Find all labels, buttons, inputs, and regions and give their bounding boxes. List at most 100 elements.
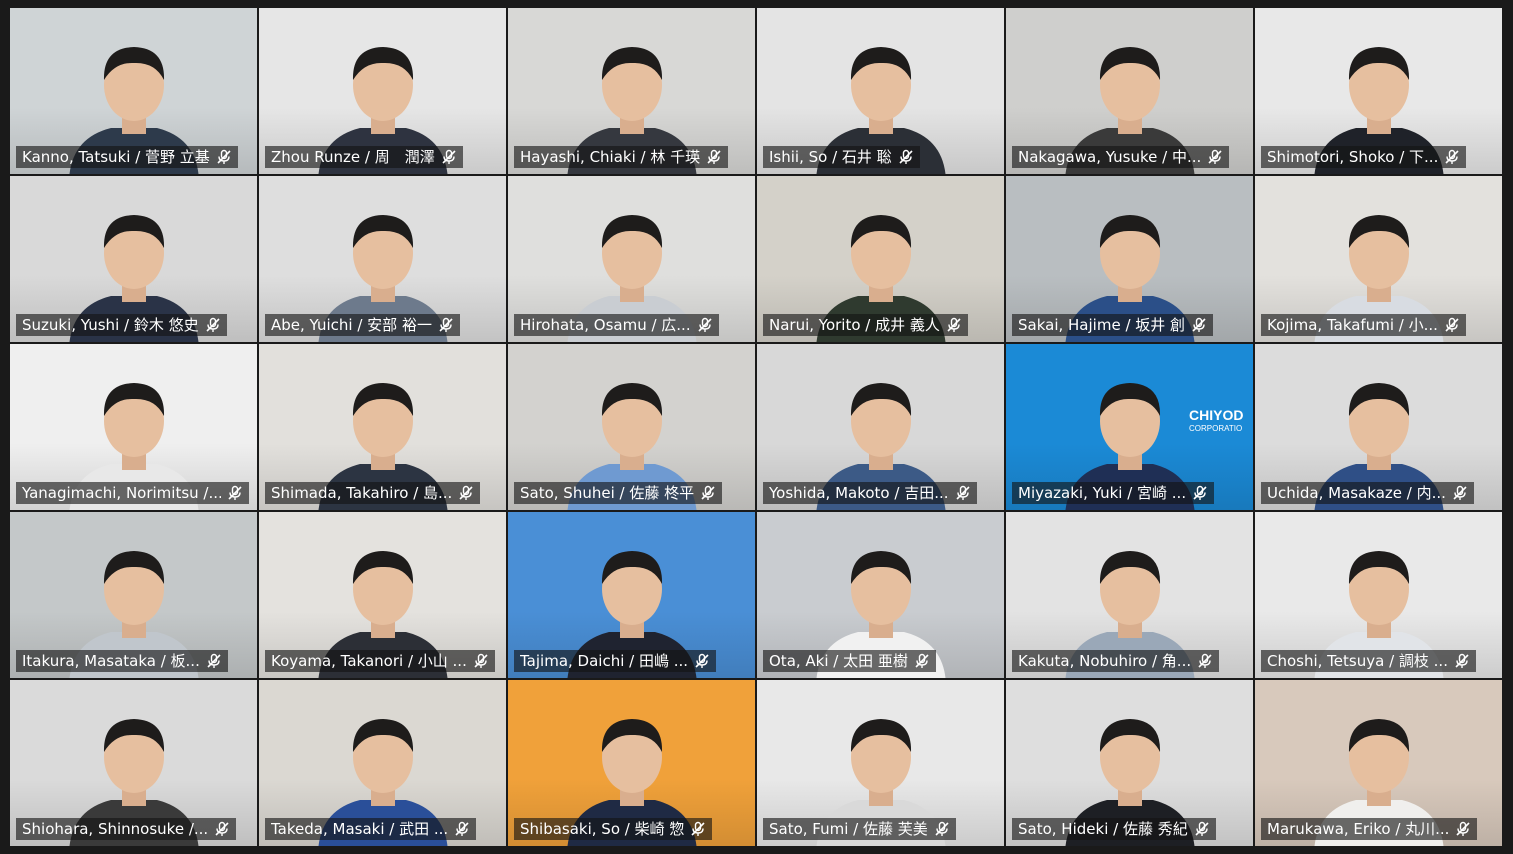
mic-muted-icon — [1445, 149, 1459, 164]
mic-muted-icon — [691, 821, 705, 836]
participant-name-label: Uchida, Masakaze / 内... — [1261, 482, 1474, 504]
participant-tile[interactable]: Shibasaki, So / 柴崎 惣 — [508, 680, 755, 846]
participant-name: Hirohata, Osamu / 広... — [520, 316, 691, 334]
participant-name-label: Itakura, Masataka / 板... — [16, 650, 228, 672]
mic-muted-icon — [1456, 821, 1471, 836]
participant-name-label: Ishii, So / 石井 聡 — [763, 146, 920, 168]
participant-tile[interactable]: Kojima, Takafumi / 小... — [1255, 176, 1502, 342]
mic-muted-icon — [1445, 317, 1459, 332]
participant-name-label: Yanagimachi, Norimitsu /... — [16, 482, 249, 504]
mic-muted-icon — [217, 149, 231, 164]
participant-tile[interactable]: Ishii, So / 石井 聡 — [757, 8, 1004, 174]
participant-name-label: Marukawa, Eriko / 丸川... — [1261, 818, 1478, 840]
mic-muted-icon — [215, 821, 229, 836]
participant-name-label: Zhou Runze / 周 潤澤 — [265, 146, 463, 168]
participant-name-label: Tajima, Daichi / 田嶋 ... — [514, 650, 717, 672]
participant-name: Kakuta, Nobuhiro / 角... — [1018, 652, 1192, 670]
participant-tile[interactable]: Narui, Yorito / 成井 義人 — [757, 176, 1004, 342]
mic-muted-icon — [707, 149, 721, 164]
mic-muted-icon — [207, 653, 221, 668]
participant-name: Uchida, Masakaze / 内... — [1267, 484, 1446, 502]
participant-name: Tajima, Daichi / 田嶋 ... — [520, 652, 689, 670]
mic-muted-icon — [935, 821, 949, 836]
participant-tile[interactable]: Kakuta, Nobuhiro / 角... — [1006, 512, 1253, 678]
participant-tile[interactable]: Choshi, Tetsuya / 調枝 ... — [1255, 512, 1502, 678]
mic-muted-icon — [1198, 653, 1212, 668]
mic-muted-icon — [455, 821, 469, 836]
participant-tile[interactable]: Uchida, Masakaze / 内... — [1255, 344, 1502, 510]
mic-muted-icon — [1195, 821, 1209, 836]
participant-name: Takeda, Masaki / 武田 ... — [271, 820, 449, 838]
participant-tile[interactable]: Yoshida, Makoto / 吉田... — [757, 344, 1004, 510]
participant-name: Miyazaki, Yuki / 宮崎 ... — [1018, 484, 1187, 502]
participant-name: Sato, Hideki / 佐藤 秀紀 — [1018, 820, 1188, 838]
mic-muted-icon — [955, 485, 970, 500]
mic-muted-icon — [1455, 653, 1469, 668]
participant-name: Sato, Shuhei / 佐藤 柊平 — [520, 484, 695, 502]
mic-muted-icon — [695, 653, 709, 668]
participant-name-label: Sato, Fumi / 佐藤 芙美 — [763, 818, 956, 840]
company-logo-text: CHIYOD — [1189, 407, 1244, 423]
participant-tile[interactable]: Zhou Runze / 周 潤澤 — [259, 8, 506, 174]
participant-name: Shibasaki, So / 柴崎 惣 — [520, 820, 685, 838]
participant-tile[interactable]: Yanagimachi, Norimitsu /... — [10, 344, 257, 510]
participant-name: Shimada, Takahiro / 島... — [271, 484, 453, 502]
mic-muted-icon — [1192, 317, 1206, 332]
participant-tile[interactable]: Kanno, Tatsuki / 菅野 立基 — [10, 8, 257, 174]
participant-tile[interactable]: Sakai, Hajime / 坂井 創 — [1006, 176, 1253, 342]
participant-tile[interactable]: Itakura, Masataka / 板... — [10, 512, 257, 678]
participant-name: Shiohara, Shinnosuke /... — [22, 820, 209, 838]
participant-name: Kanno, Tatsuki / 菅野 立基 — [22, 148, 210, 166]
participant-tile[interactable]: Suzuki, Yushi / 鈴木 悠史 — [10, 176, 257, 342]
participant-name-label: Sato, Shuhei / 佐藤 柊平 — [514, 482, 723, 504]
participant-name: Abe, Yuichi / 安部 裕一 — [271, 316, 432, 334]
participant-name-label: Shimada, Takahiro / 島... — [265, 482, 481, 504]
participant-name-label: Hirohata, Osamu / 広... — [514, 314, 719, 336]
participant-name: Choshi, Tetsuya / 調枝 ... — [1267, 652, 1448, 670]
participant-name: Koyama, Takanori / 小山 ... — [271, 652, 467, 670]
participant-tile[interactable]: Miyazaki, Yuki / 宮崎 ... CHIYOD CORPORATIO — [1006, 344, 1253, 510]
mic-muted-icon — [899, 149, 913, 164]
participant-tile[interactable]: Shiohara, Shinnosuke /... — [10, 680, 257, 846]
mic-muted-icon — [1208, 149, 1222, 164]
participant-tile[interactable]: Hayashi, Chiaki / 林 千瑛 — [508, 8, 755, 174]
participant-name: Narui, Yorito / 成井 義人 — [769, 316, 940, 334]
mic-muted-icon — [459, 485, 473, 500]
participant-name-label: Shimotori, Shoko / 下... — [1261, 146, 1467, 168]
mic-muted-icon — [701, 485, 715, 500]
participant-tile[interactable]: Sato, Shuhei / 佐藤 柊平 — [508, 344, 755, 510]
participant-name: Yoshida, Makoto / 吉田... — [769, 484, 949, 502]
participant-name-label: Kanno, Tatsuki / 菅野 立基 — [16, 146, 238, 168]
participant-tile[interactable]: Ota, Aki / 太田 亜樹 — [757, 512, 1004, 678]
participant-name-label: Koyama, Takanori / 小山 ... — [265, 650, 495, 672]
participant-name-label: Shibasaki, So / 柴崎 惣 — [514, 818, 713, 840]
participant-tile[interactable]: Abe, Yuichi / 安部 裕一 — [259, 176, 506, 342]
participant-name: Sakai, Hajime / 坂井 創 — [1018, 316, 1186, 334]
participant-name-label: Yoshida, Makoto / 吉田... — [763, 482, 977, 504]
participant-tile[interactable]: Shimada, Takahiro / 島... — [259, 344, 506, 510]
participant-name-label: Miyazaki, Yuki / 宮崎 ... — [1012, 482, 1215, 504]
mic-muted-icon — [439, 317, 453, 332]
participant-name-label: Sato, Hideki / 佐藤 秀紀 — [1012, 818, 1216, 840]
participant-name: Ota, Aki / 太田 亜樹 — [769, 652, 908, 670]
participant-tile[interactable]: Takeda, Masaki / 武田 ... — [259, 680, 506, 846]
participant-name-label: Kakuta, Nobuhiro / 角... — [1012, 650, 1220, 672]
participant-name: Yanagimachi, Norimitsu /... — [22, 484, 221, 502]
participant-tile[interactable]: Hirohata, Osamu / 広... — [508, 176, 755, 342]
mic-muted-icon — [1193, 485, 1207, 500]
participant-name: Suzuki, Yushi / 鈴木 悠史 — [22, 316, 199, 334]
participant-name: Marukawa, Eriko / 丸川... — [1267, 820, 1450, 838]
participant-tile[interactable]: Koyama, Takanori / 小山 ... — [259, 512, 506, 678]
participant-tile[interactable]: Nakagawa, Yusuke / 中... — [1006, 8, 1253, 174]
participant-name-label: Sakai, Hajime / 坂井 創 — [1012, 314, 1214, 336]
participant-name-label: Ota, Aki / 太田 亜樹 — [763, 650, 936, 672]
participant-name-label: Narui, Yorito / 成井 義人 — [763, 314, 968, 336]
participant-name-label: Nakagawa, Yusuke / 中... — [1012, 146, 1230, 168]
participant-tile[interactable]: Shimotori, Shoko / 下... — [1255, 8, 1502, 174]
participant-tile[interactable]: Sato, Hideki / 佐藤 秀紀 — [1006, 680, 1253, 846]
participant-name-label: Kojima, Takafumi / 小... — [1261, 314, 1466, 336]
participant-tile[interactable]: Marukawa, Eriko / 丸川... — [1255, 680, 1502, 846]
participant-tile[interactable]: Tajima, Daichi / 田嶋 ... — [508, 512, 755, 678]
mic-muted-icon — [442, 149, 456, 164]
participant-tile[interactable]: Sato, Fumi / 佐藤 芙美 — [757, 680, 1004, 846]
